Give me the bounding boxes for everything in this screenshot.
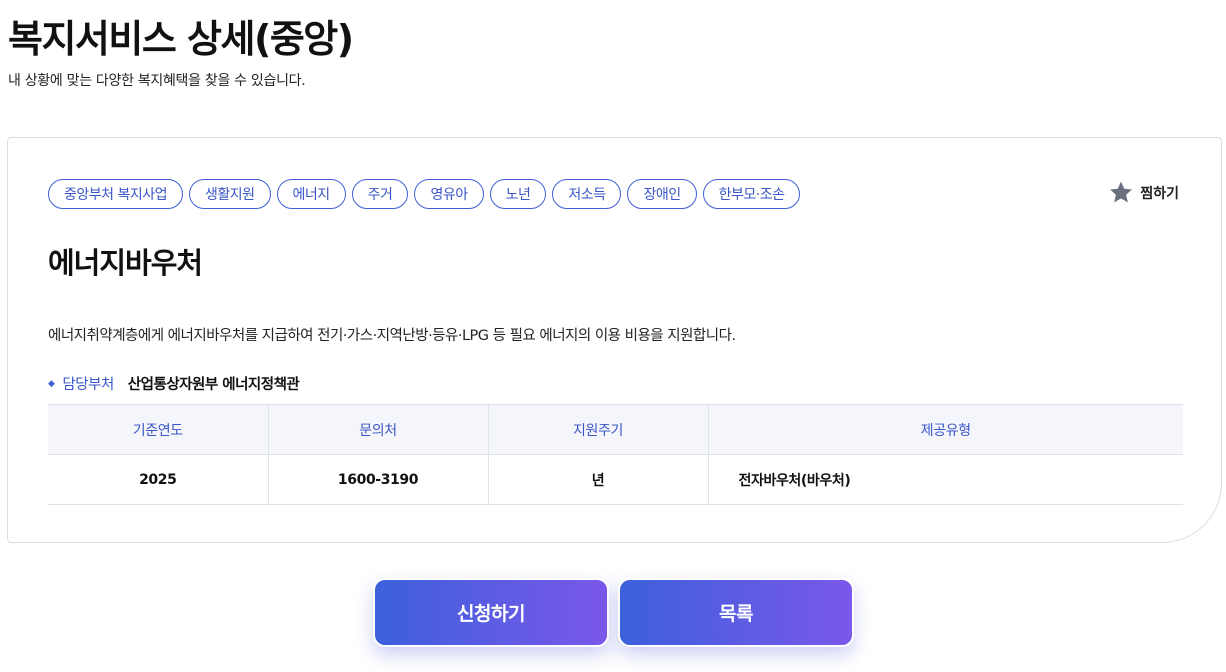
tag-living-support[interactable]: 생활지원: [189, 179, 271, 209]
star-icon: [1108, 180, 1134, 205]
table-row: 2025 1600-3190 년 전자바우처(바우처): [48, 454, 1183, 505]
table-cell-cycle: 년: [487, 454, 708, 505]
tag-list: 중앙부처 복지사업 생활지원 에너지 주거 영유아 노년 저소득 장애인 한부모…: [48, 179, 801, 209]
tag-infant[interactable]: 영유아: [414, 179, 484, 209]
tag-low-income[interactable]: 저소득: [552, 179, 622, 209]
page-title: 복지서비스 상세(중앙): [8, 17, 354, 61]
service-title: 에너지바우처: [48, 246, 203, 280]
tag-energy[interactable]: 에너지: [276, 179, 346, 209]
department-label: 담당부처: [62, 377, 114, 393]
favorite-button[interactable]: 찜하기: [1108, 180, 1179, 205]
tag-central-welfare[interactable]: 중앙부처 복지사업: [48, 179, 183, 209]
column-header: 기준연도: [48, 404, 268, 455]
column-header: 지원주기: [487, 404, 708, 455]
service-detail-card: 중앙부처 복지사업 생활지원 에너지 주거 영유아 노년 저소득 장애인 한부모…: [7, 137, 1222, 543]
tag-disabled[interactable]: 장애인: [627, 179, 697, 209]
table-header-row: 기준연도 문의처 지원주기 제공유형: [48, 404, 1183, 455]
table-cell-contact: 1600-3190: [267, 454, 488, 505]
table-cell-type: 전자바우처(바우처): [707, 454, 1183, 505]
page-subtitle: 내 상황에 맞는 다양한 복지혜택을 찾을 수 있습니다.: [8, 73, 306, 89]
tag-single-parent[interactable]: 한부모·조손: [702, 179, 801, 209]
table-cell-year: 2025: [48, 454, 268, 505]
tag-housing[interactable]: 주거: [351, 179, 409, 209]
department-value: 산업통상자원부 에너지정책관: [127, 377, 300, 393]
service-description: 에너지취약계층에게 에너지바우처를 지급하여 전기·가스·지역난방·등유·LPG…: [48, 328, 736, 344]
column-header: 제공유형: [707, 404, 1183, 455]
column-header: 문의처: [267, 404, 488, 455]
service-info-table: 기준연도 문의처 지원주기 제공유형 2025 1600-3190 년 전자바우…: [48, 404, 1183, 505]
apply-button[interactable]: 신청하기: [373, 578, 609, 647]
diamond-bullet-icon: ◆: [48, 378, 55, 389]
tag-elderly[interactable]: 노년: [489, 179, 547, 209]
department-info: ◆ 담당부처 산업통상자원부 에너지정책관: [48, 373, 300, 394]
list-button[interactable]: 목록: [618, 578, 854, 647]
favorite-label: 찜하기: [1140, 185, 1179, 202]
